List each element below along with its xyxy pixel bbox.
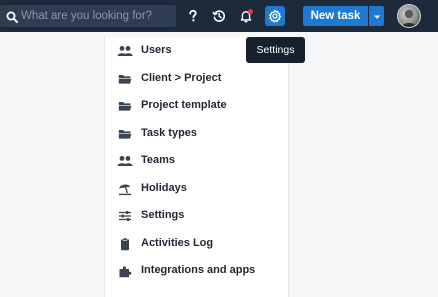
new-task-dropdown-button[interactable] [369, 6, 384, 26]
search-icon [6, 10, 18, 23]
settings-menu: Users Client > Project Project template … [104, 37, 289, 297]
notifications-button[interactable] [236, 6, 256, 26]
folder-icon [117, 127, 133, 141]
menu-item-teams[interactable]: Teams [105, 148, 288, 174]
history-icon [212, 9, 226, 23]
sliders-icon [117, 209, 133, 223]
menu-item-integrations[interactable]: Integrations and apps [105, 258, 288, 284]
settings-tooltip: Settings [246, 37, 305, 63]
menu-item-activities-log[interactable]: Activities Log [105, 231, 288, 257]
notification-dot [248, 9, 253, 14]
avatar[interactable] [397, 4, 421, 28]
menu-item-label: Activities Log [141, 237, 214, 249]
users-icon [117, 44, 133, 58]
menu-item-label: Task types [141, 127, 198, 139]
folder-icon [117, 72, 133, 86]
menu-item-label: Client > Project [141, 72, 222, 84]
menu-item-client-project[interactable]: Client > Project [105, 66, 288, 92]
new-task-button[interactable]: New task [303, 6, 368, 26]
menu-item-settings[interactable]: Settings [105, 203, 288, 229]
menu-item-label: Teams [141, 154, 176, 166]
folder-icon [117, 99, 133, 113]
menu-item-label: Settings [141, 209, 185, 221]
search-input[interactable] [21, 5, 171, 27]
help-button[interactable] [183, 6, 203, 26]
history-button[interactable] [209, 6, 229, 26]
menu-item-label: Holidays [141, 182, 187, 194]
settings-button[interactable] [265, 6, 285, 26]
beach-umbrella-icon [117, 182, 133, 196]
puzzle-icon [117, 264, 133, 278]
menu-item-label: Project template [141, 99, 227, 111]
avatar-image [401, 9, 418, 27]
top-bar: New task [0, 0, 438, 32]
users-icon [117, 154, 133, 168]
menu-item-label: Users [141, 44, 172, 56]
question-icon [186, 9, 200, 23]
clipboard-icon [117, 237, 133, 251]
caret-down-icon [373, 7, 381, 25]
menu-item-holidays[interactable]: Holidays [105, 176, 288, 202]
menu-item-label: Integrations and apps [141, 264, 256, 276]
menu-item-task-types[interactable]: Task types [105, 121, 288, 147]
gear-icon [268, 9, 282, 23]
search-box[interactable] [0, 5, 176, 27]
menu-item-project-template[interactable]: Project template [105, 93, 288, 119]
